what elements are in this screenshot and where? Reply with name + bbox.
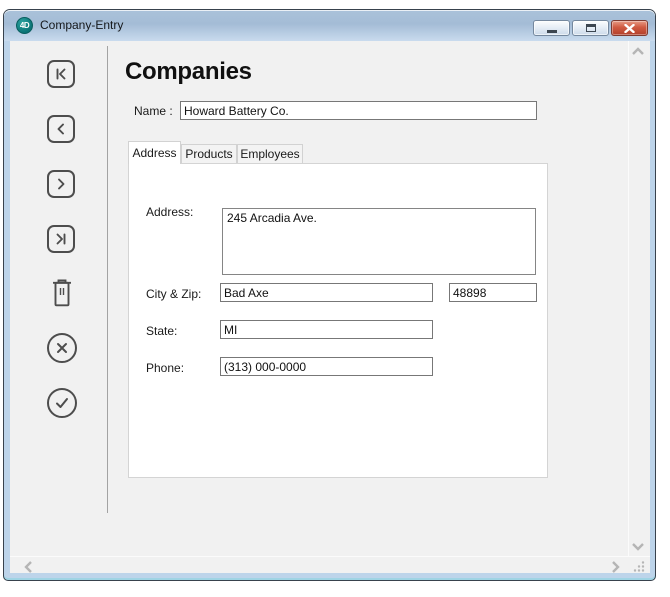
chevron-right-icon	[53, 176, 69, 192]
trash-icon	[49, 278, 75, 309]
delete-record-button[interactable]	[49, 278, 75, 309]
window-title: Company-Entry	[40, 18, 123, 32]
scroll-down-icon[interactable]	[631, 542, 645, 552]
first-record-button[interactable]	[47, 60, 75, 88]
maximize-button[interactable]	[572, 20, 609, 36]
tab-employees[interactable]: Employees	[237, 144, 303, 163]
scroll-right-icon[interactable]	[611, 560, 621, 573]
window-controls	[533, 20, 648, 36]
name-input[interactable]	[180, 101, 537, 120]
address-tab-panel: Address: 245 Arcadia Ave. City & Zip: St…	[128, 163, 548, 478]
last-record-button[interactable]	[47, 225, 75, 253]
hscroll-divider	[10, 556, 650, 557]
phone-label: Phone:	[146, 361, 184, 375]
window-content: Companies Name : Address Products Employ…	[10, 41, 650, 573]
x-circle-icon	[55, 341, 69, 355]
close-icon	[624, 24, 635, 33]
chevron-left-icon	[53, 121, 69, 137]
chevron-right-bar-icon	[53, 231, 69, 247]
cancel-button[interactable]	[47, 333, 77, 363]
city-input[interactable]	[220, 283, 433, 302]
vscroll-divider	[628, 41, 629, 557]
tab-employees-label: Employees	[240, 147, 299, 161]
scroll-left-icon[interactable]	[23, 560, 33, 573]
name-label: Name :	[134, 104, 173, 118]
minimize-button[interactable]	[533, 20, 570, 36]
resize-grip[interactable]	[632, 560, 645, 572]
address-label: Address:	[146, 205, 193, 219]
next-record-button[interactable]	[47, 170, 75, 198]
tab-address[interactable]: Address	[128, 141, 181, 164]
tab-products[interactable]: Products	[181, 144, 237, 163]
tab-address-label: Address	[132, 146, 176, 160]
app-4d-icon: 4D	[16, 17, 33, 34]
phone-input[interactable]	[220, 357, 433, 376]
state-label: State:	[146, 324, 177, 338]
desktop: 4D Company-Entry	[0, 0, 670, 597]
titlebar[interactable]: 4D Company-Entry	[4, 10, 655, 41]
company-entry-window: 4D Company-Entry	[3, 9, 656, 581]
zip-input[interactable]	[449, 283, 537, 302]
minimize-icon	[547, 30, 557, 33]
previous-record-button[interactable]	[47, 115, 75, 143]
tab-products-label: Products	[185, 147, 232, 161]
address-textarea[interactable]: 245 Arcadia Ave.	[222, 208, 536, 275]
scroll-up-icon[interactable]	[631, 46, 645, 56]
maximize-icon	[586, 24, 596, 32]
city-zip-label: City & Zip:	[146, 287, 201, 301]
accept-button[interactable]	[47, 388, 77, 418]
toolbar-divider	[107, 46, 108, 513]
page-title: Companies	[125, 58, 252, 86]
check-circle-icon	[54, 396, 70, 410]
chevron-left-bar-icon	[53, 66, 69, 82]
close-button[interactable]	[611, 20, 648, 36]
state-input[interactable]	[220, 320, 433, 339]
